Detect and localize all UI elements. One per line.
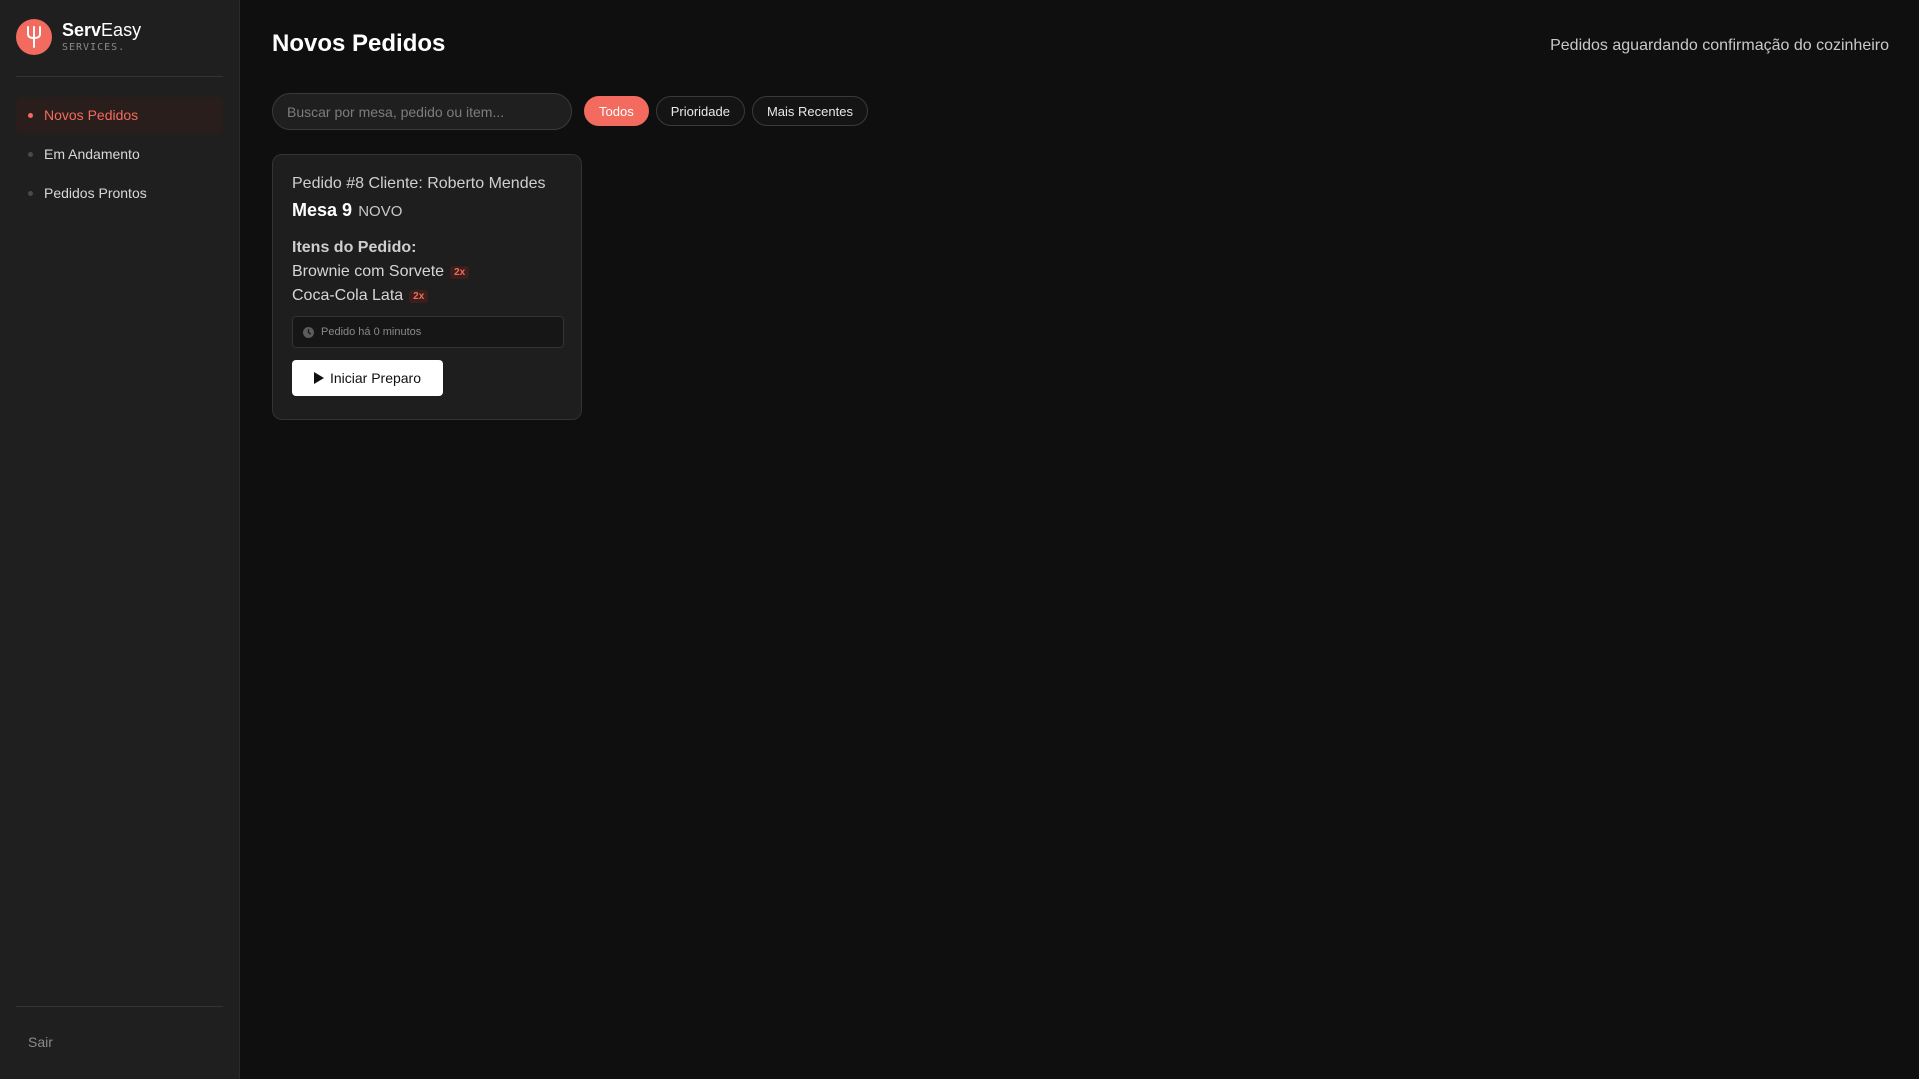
brand-text: ServEasy SERVICES. — [62, 21, 141, 53]
sidebar-item-pedidos-prontos[interactable]: Pedidos Prontos — [16, 175, 223, 211]
start-preparation-label: Iniciar Preparo — [329, 370, 422, 386]
filter-todos[interactable]: Todos — [584, 96, 649, 126]
quantity-badge: 2x — [409, 289, 429, 303]
filter-mais-recentes[interactable]: Mais Recentes — [751, 96, 868, 126]
logout-button[interactable]: Sair — [28, 1034, 53, 1050]
sidebar-item-novos-pedidos[interactable]: Novos Pedidos — [16, 97, 223, 133]
search-input[interactable] — [272, 93, 572, 130]
brand-name-bold: Serv — [62, 20, 102, 40]
brand-name: ServEasy — [62, 21, 141, 39]
start-preparation-button[interactable]: Iniciar Preparo — [292, 360, 443, 396]
sidebar-item-em-andamento[interactable]: Em Andamento — [16, 136, 223, 172]
status-badge: NOVO — [358, 203, 403, 220]
sidebar-bottom-divider — [16, 1006, 223, 1007]
brand-tagline: SERVICES. — [62, 42, 126, 53]
brand[interactable]: ServEasy SERVICES. — [16, 19, 141, 55]
table-number: Mesa 9 — [292, 200, 353, 220]
brand-name-regular: Easy — [101, 20, 142, 40]
order-table-line: Mesa 9 NOVO — [292, 200, 562, 221]
page-title: Novos Pedidos — [272, 30, 446, 57]
fork-icon — [16, 19, 52, 55]
order-time-text: Pedido há 0 minutos — [321, 326, 422, 338]
item-name: Brownie com Sorvete — [292, 263, 445, 280]
page-subtitle: Pedidos aguardando confirmação do cozinh… — [1550, 37, 1889, 54]
filter-prioridade[interactable]: Prioridade — [655, 96, 745, 126]
sidebar-nav: Novos Pedidos Em Andamento Pedidos Pront… — [16, 97, 223, 214]
bullet-icon — [28, 151, 33, 157]
order-time: Pedido há 0 minutos — [292, 316, 564, 348]
order-card: Pedido #8 Cliente: Roberto Mendes Mesa 9… — [272, 154, 582, 420]
sidebar-item-label: Em Andamento — [44, 146, 140, 162]
quantity-badge: 2x — [450, 265, 470, 279]
sidebar-divider — [16, 76, 223, 77]
items-title: Itens do Pedido: — [292, 239, 417, 256]
sidebar: ServEasy SERVICES. Novos Pedidos Em Anda… — [0, 0, 240, 1079]
bullet-icon — [28, 190, 33, 196]
list-item: Coca-Cola Lata 2x — [292, 287, 562, 305]
play-icon — [313, 372, 324, 384]
filter-bar: Todos Prioridade Mais Recentes — [584, 96, 868, 126]
bullet-icon — [28, 112, 33, 118]
item-name: Coca-Cola Lata — [292, 287, 404, 304]
sidebar-item-label: Pedidos Prontos — [44, 185, 147, 201]
order-header: Pedido #8 Cliente: Roberto Mendes — [292, 175, 546, 192]
sidebar-item-label: Novos Pedidos — [44, 107, 139, 123]
clock-icon — [303, 326, 314, 338]
list-item: Brownie com Sorvete 2x — [292, 263, 562, 281]
